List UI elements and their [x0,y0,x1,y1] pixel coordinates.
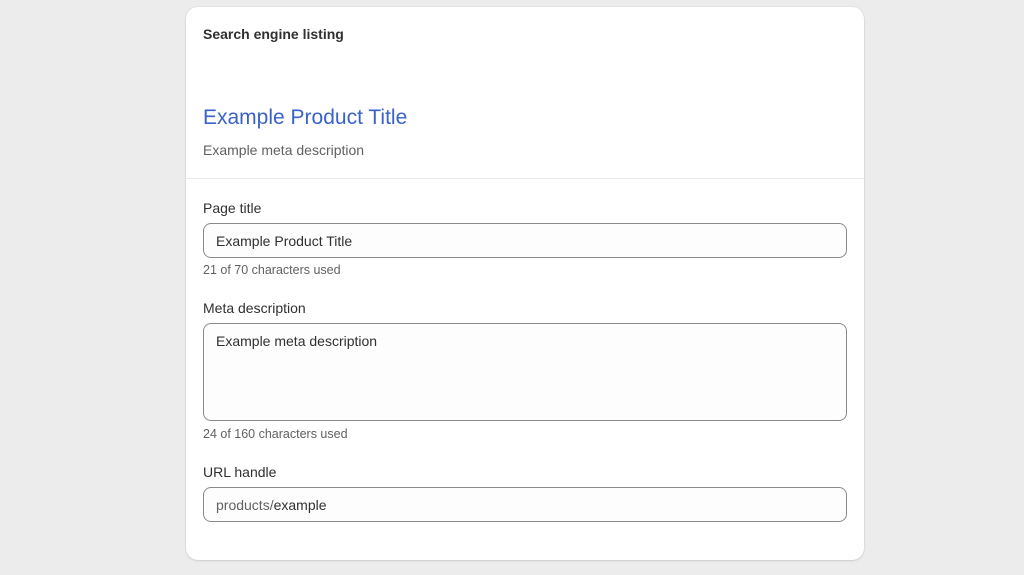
page-title-value: Example Product Title [216,232,353,249]
meta-description-label: Meta description [203,300,306,316]
url-handle-value: example [273,496,327,513]
page-title-char-count: 21 of 70 characters used [203,263,341,277]
url-handle-input[interactable]: products/example [203,487,847,522]
meta-description-textarea[interactable]: Example meta description [203,323,847,421]
preview-title: Example Product Title [203,106,408,129]
meta-description-value: Example meta description [216,333,378,349]
meta-description-char-count: 24 of 160 characters used [203,427,348,441]
preview-description: Example meta description [203,142,365,158]
divider [186,178,864,179]
url-handle-label: URL handle [203,464,277,480]
page-title-input[interactable]: Example Product Title [203,223,847,258]
search-engine-listing-card: Search engine listing Example Product Ti… [186,7,864,560]
card-heading: Search engine listing [203,26,344,42]
page-title-label: Page title [203,200,262,216]
url-handle-prefix: products/ [216,496,274,513]
